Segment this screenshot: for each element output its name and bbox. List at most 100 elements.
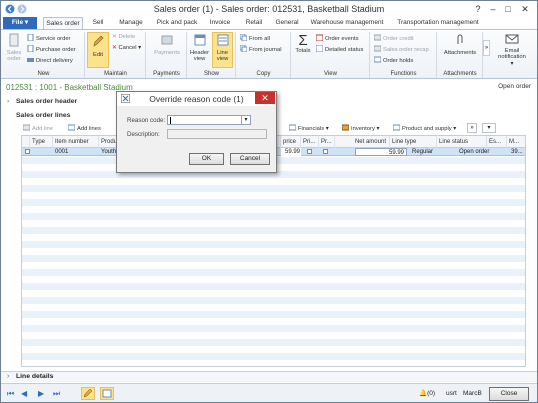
- col-line-type[interactable]: Line type: [390, 136, 437, 148]
- order-events-button[interactable]: Order events: [316, 34, 359, 43]
- tab-pick-and-pack[interactable]: Pick and pack: [153, 17, 201, 29]
- empty-row: [22, 227, 525, 234]
- inventory-menu[interactable]: Inventory ▾: [342, 124, 379, 133]
- product-supply-menu[interactable]: Product and supply ▾: [393, 124, 456, 133]
- line-details-label: Line details: [16, 373, 54, 380]
- description-field[interactable]: [167, 129, 267, 139]
- col-net-amount[interactable]: Net amount: [335, 136, 390, 148]
- cell-pri-checkbox[interactable]: [305, 148, 313, 156]
- first-record-icon[interactable]: ⏮: [7, 389, 14, 399]
- close-button[interactable]: Close: [489, 387, 529, 401]
- tab-manage[interactable]: Manage: [115, 17, 147, 29]
- group-copy: From all From journal Copy: [237, 32, 291, 78]
- window-title: Sales order (1) - Sales order: 012531, B…: [153, 4, 385, 14]
- col-pr[interactable]: Pr...: [319, 136, 335, 148]
- company-id: MarcB: [463, 390, 482, 397]
- detailed-status-button[interactable]: Detailed status: [316, 45, 363, 54]
- tab-warehouse-management[interactable]: Warehouse management: [309, 17, 385, 29]
- tab-sell[interactable]: Sell: [87, 17, 109, 29]
- reason-code-field[interactable]: ▾: [167, 115, 251, 125]
- title-bar: Sales order (1) - Sales order: 012531, B…: [1, 1, 537, 17]
- empty-row: [22, 241, 525, 248]
- cell-price[interactable]: 59.99: [281, 148, 301, 156]
- direct-delivery-label: Direct delivery: [36, 58, 73, 64]
- cell-line-type[interactable]: Regular: [410, 148, 455, 156]
- line-view-label: Line view: [216, 49, 229, 63]
- add-lines-button[interactable]: Add lines: [68, 124, 101, 133]
- edit-button[interactable]: Edit: [87, 32, 109, 68]
- group-new-label: New: [37, 71, 50, 77]
- last-record-icon[interactable]: ⏭: [53, 389, 60, 399]
- toolbar-more-button[interactable]: »: [467, 123, 477, 133]
- direct-delivery-button[interactable]: Direct delivery: [27, 56, 73, 65]
- header-view-icon: [194, 34, 205, 46]
- tab-general[interactable]: General: [272, 17, 302, 29]
- empty-row: [22, 269, 525, 276]
- cancel-ribbon-button[interactable]: ✕ Cancel ▾: [112, 45, 141, 52]
- copy-from-journal-button[interactable]: From journal: [240, 45, 282, 54]
- add-line-button[interactable]: Add line: [23, 124, 53, 133]
- maximize-button[interactable]: □: [501, 3, 515, 15]
- cell-net-amount[interactable]: 59.99: [355, 148, 407, 156]
- copy-from-all-button[interactable]: From all: [240, 34, 270, 43]
- cell-line-status[interactable]: Open order: [457, 148, 505, 156]
- toolbar-dropdown-button[interactable]: ▾: [482, 123, 496, 133]
- select-all-header[interactable]: [22, 136, 30, 148]
- reason-code-dropdown-icon[interactable]: ▾: [241, 116, 250, 124]
- dialog-close-button[interactable]: ✕: [255, 92, 275, 104]
- tab-transportation-management[interactable]: Transportation management: [393, 17, 483, 29]
- add-lines-icon: [68, 124, 75, 131]
- empty-row: [22, 311, 525, 318]
- tab-file[interactable]: File ▾: [3, 17, 37, 29]
- notification-count[interactable]: 🔔(0): [419, 389, 435, 397]
- help-button[interactable]: ?: [471, 3, 485, 15]
- expand-chevron-icon: ›: [7, 373, 10, 380]
- payments-button[interactable]: Payments: [149, 33, 185, 56]
- purchase-order-button[interactable]: Purchase order: [27, 45, 76, 54]
- email-notification-button[interactable]: Email notification ▾: [492, 33, 532, 67]
- order-credit-button[interactable]: Order credit: [374, 34, 414, 43]
- group-attachments: Attachments Attachments: [438, 32, 483, 78]
- grid-view-toggle[interactable]: [100, 387, 114, 400]
- edit-mode-toggle[interactable]: [81, 387, 95, 400]
- sales-order-recap-button[interactable]: Sales order recap: [374, 45, 429, 54]
- override-reason-dialog: Override reason code (1) ✕ Reason code: …: [116, 91, 277, 173]
- dialog-cancel-button[interactable]: Cancel: [230, 153, 270, 165]
- cell-pr-checkbox[interactable]: [321, 148, 329, 156]
- service-order-button[interactable]: Service order: [27, 34, 70, 43]
- order-holds-button[interactable]: Order holds: [374, 56, 413, 65]
- cell-item-number[interactable]: 0001: [53, 148, 99, 156]
- col-line-status[interactable]: Line status: [437, 136, 487, 148]
- financials-menu[interactable]: Financials ▾: [289, 124, 329, 133]
- tab-retail[interactable]: Retail: [241, 17, 267, 29]
- previous-record-icon[interactable]: ◀: [21, 389, 27, 398]
- line-view-button[interactable]: Line view: [212, 32, 233, 68]
- ribbon-scroll-button[interactable]: »: [483, 40, 490, 56]
- minimize-button[interactable]: –: [486, 3, 500, 15]
- delete-button[interactable]: ✕ Delete: [112, 34, 135, 41]
- section-line-details[interactable]: › Line details: [1, 371, 537, 382]
- next-record-icon[interactable]: ▶: [38, 389, 44, 398]
- col-es[interactable]: Es...: [487, 136, 507, 148]
- financials-label: Financials: [298, 126, 325, 132]
- col-item-number[interactable]: Item number: [53, 136, 99, 148]
- col-price[interactable]: price: [281, 136, 301, 148]
- totals-button[interactable]: Σ Totals: [293, 33, 313, 55]
- empty-row: [22, 318, 525, 325]
- events-icon: [316, 34, 323, 41]
- sales-order-lines-label: Sales order lines: [16, 112, 71, 119]
- new-sales-order-button[interactable]: Sales order: [4, 33, 24, 63]
- header-view-button[interactable]: Header view: [189, 33, 210, 63]
- order-events-label: Order events: [325, 36, 359, 42]
- add-line-icon: [23, 124, 30, 131]
- empty-row: [22, 234, 525, 241]
- col-type[interactable]: Type: [30, 136, 53, 148]
- col-pri[interactable]: Pri...: [301, 136, 319, 148]
- col-m[interactable]: M...: [507, 136, 525, 148]
- product-supply-icon: [393, 124, 400, 131]
- ok-button[interactable]: OK: [189, 153, 224, 165]
- tab-invoice[interactable]: Invoice: [206, 17, 234, 29]
- close-window-button[interactable]: ✕: [518, 3, 532, 15]
- attachments-button[interactable]: Attachments: [440, 33, 480, 56]
- cell-es[interactable]: 39...: [509, 148, 525, 156]
